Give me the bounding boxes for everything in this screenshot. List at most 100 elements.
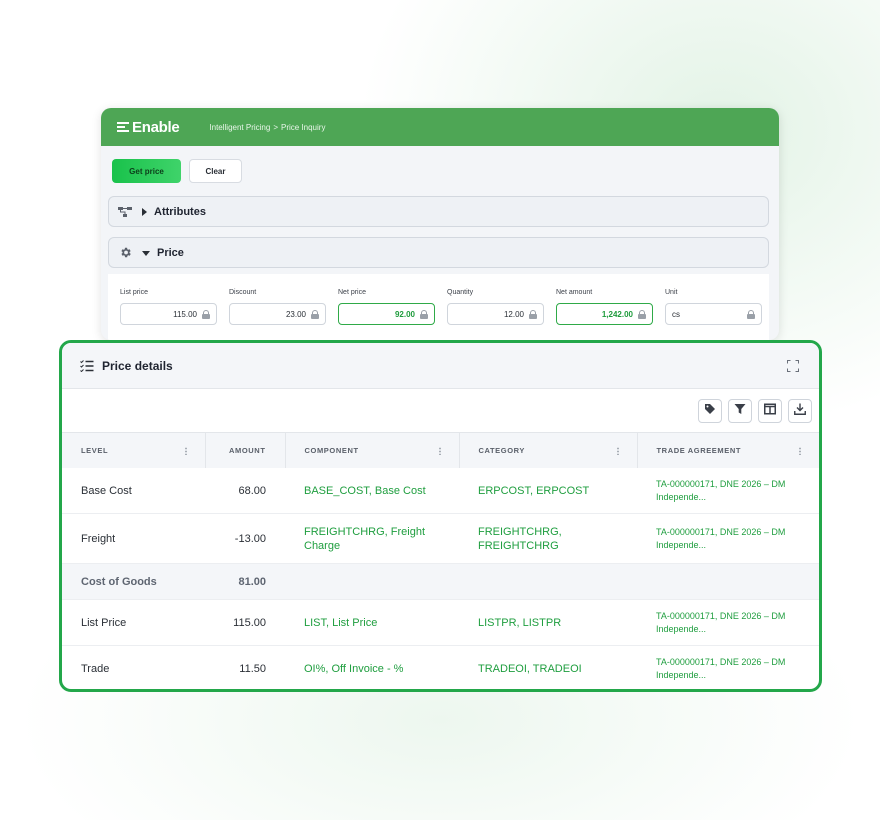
level-cell: Base Cost — [62, 468, 205, 514]
quantity-label: Quantity — [447, 289, 474, 296]
lock-icon — [638, 309, 646, 319]
net-price-input[interactable]: 92.00 — [338, 303, 435, 325]
column-label: COMPONENT — [304, 446, 359, 455]
attributes-panel-header[interactable]: Attributes — [108, 196, 769, 227]
hierarchy-icon — [118, 205, 132, 219]
collapse-caret-icon — [142, 207, 147, 216]
quantity-value: 12.00 — [503, 309, 524, 319]
net-amount-input[interactable]: 1,242.00 — [556, 303, 653, 325]
trade-agreement-link[interactable]: TA-000000171, DNE 2026 – DM Independe... — [637, 468, 819, 514]
breadcrumb-item-inquiry: Price Inquiry — [280, 122, 326, 132]
enable-logo-icon — [117, 122, 129, 132]
column-header-amount[interactable]: AMOUNT — [205, 432, 286, 468]
component-cell — [285, 563, 459, 600]
category-link[interactable]: LISTPR, LISTPR — [459, 599, 637, 646]
breadcrumb: Intelligent Pricing > Price Inquiry — [209, 123, 325, 132]
columns-button[interactable] — [758, 398, 782, 423]
quantity-field: Quantity 12.00 — [447, 289, 544, 325]
filter-button[interactable] — [728, 398, 752, 423]
level-cell: Freight — [62, 513, 205, 564]
discount-value: 23.00 — [285, 309, 306, 319]
price-panel-header[interactable]: Price — [108, 237, 769, 268]
table-header-row: LEVEL AMOUNT COMPONENT CATEGORY TRADE AG… — [62, 432, 819, 468]
fullscreen-icon[interactable] — [787, 359, 799, 372]
level-cell: Trade — [81, 662, 110, 675]
lock-icon — [311, 309, 319, 319]
breadcrumb-separator: > — [273, 122, 278, 132]
list-price-field: List price 115.00 — [120, 289, 217, 325]
discount-input[interactable]: 23.00 — [229, 303, 326, 325]
brand-name: Enable — [132, 118, 180, 136]
discount-label: Discount — [229, 289, 257, 296]
column-label: AMOUNT — [228, 446, 266, 455]
price-details-title: Price details — [102, 358, 173, 373]
tag-button[interactable] — [698, 398, 722, 423]
component-link[interactable]: BASE_COST, Base Cost — [285, 468, 459, 514]
list-price-label: List price — [120, 289, 149, 296]
amount-cell: 81.00 — [205, 563, 285, 600]
amount-cell: 68.00 — [205, 468, 285, 514]
column-header-trade-agreement[interactable]: TRADE AGREEMENT — [637, 432, 819, 468]
component-link[interactable]: OI%, Off Invoice - % — [285, 646, 459, 690]
table-row[interactable]: Trade 11.50 OI%, Off Invoice - % TRADEOI… — [62, 646, 819, 690]
list-price-value: 115.00 — [173, 309, 197, 319]
breadcrumb-item-pricing[interactable]: Intelligent Pricing — [209, 123, 270, 132]
category-link[interactable]: ERPCOST, ERPCOST — [459, 468, 637, 514]
columns-icon — [764, 402, 776, 420]
component-link[interactable]: FREIGHTCHRG, Freight Charge — [285, 513, 459, 564]
column-menu-icon[interactable] — [616, 447, 619, 455]
table-toolbar — [62, 389, 819, 432]
unit-input[interactable]: cs — [665, 303, 762, 325]
get-price-button[interactable]: Get price — [112, 159, 181, 183]
tag-icon — [704, 402, 716, 420]
top-bar: Enable Intelligent Pricing > Price Inquiry — [101, 108, 779, 146]
table-row[interactable]: Base Cost 68.00 BASE_COST, Base Cost ERP… — [62, 468, 819, 514]
unit-field: Unit cs — [665, 289, 762, 325]
download-icon — [794, 402, 806, 420]
column-header-component[interactable]: COMPONENT — [285, 432, 460, 468]
net-amount-value: 1,242.00 — [601, 309, 633, 319]
table-row[interactable]: Freight -13.00 FREIGHTCHRG, Freight Char… — [62, 513, 819, 564]
amount-cell: 11.50 — [239, 662, 266, 675]
price-details-card: Price details LEVEL AMOUNT COMPONENT CAT — [59, 340, 822, 692]
discount-field: Discount 23.00 — [229, 289, 326, 325]
table-row[interactable]: List Price 115.00 LIST, List Price LISTP… — [62, 599, 819, 646]
net-amount-field: Net amount 1,242.00 — [556, 289, 653, 325]
net-price-label: Net price — [338, 289, 367, 296]
component-link[interactable]: LIST, List Price — [285, 599, 459, 646]
category-link[interactable]: FREIGHTCHRG, FREIGHTCHRG — [459, 513, 637, 564]
net-amount-label: Net amount — [556, 289, 593, 296]
trade-agreement-link[interactable]: TA-000000171, DNE 2026 – DM Independe... — [637, 646, 819, 690]
category-link[interactable]: TRADEOI, TRADEOI — [459, 646, 637, 690]
column-menu-icon[interactable] — [438, 447, 441, 455]
column-header-category[interactable]: CATEGORY — [459, 432, 638, 468]
quantity-input[interactable]: 12.00 — [447, 303, 544, 325]
list-price-input[interactable]: 115.00 — [120, 303, 217, 325]
lock-icon — [747, 309, 755, 319]
column-label: LEVEL — [81, 446, 109, 455]
category-cell — [459, 563, 637, 600]
clear-button[interactable]: Clear — [189, 159, 242, 183]
trade-agreement-link[interactable]: TA-000000171, DNE 2026 – DM Independe... — [637, 599, 819, 646]
lock-icon — [202, 309, 210, 319]
unit-label: Unit — [665, 289, 678, 296]
column-menu-icon[interactable] — [799, 447, 801, 455]
enable-logo[interactable]: Enable — [117, 118, 180, 136]
price-details-table: LEVEL AMOUNT COMPONENT CATEGORY TRADE AG… — [62, 432, 819, 690]
net-price-field: Net price 92.00 — [338, 289, 435, 325]
subtotal-row[interactable]: Cost of Goods 81.00 — [62, 563, 819, 600]
column-menu-icon[interactable] — [184, 447, 187, 455]
amount-cell: -13.00 — [205, 513, 285, 564]
level-cell: List Price — [62, 599, 205, 646]
column-label: CATEGORY — [478, 446, 525, 455]
trade-agreement-cell — [637, 563, 819, 600]
column-header-level[interactable]: LEVEL — [62, 432, 206, 468]
action-toolbar: Get price Clear — [112, 159, 242, 183]
price-fields: List price 115.00 Discount 23.00 Net pri… — [108, 274, 769, 340]
filter-icon — [734, 402, 746, 420]
checklist-icon — [80, 359, 94, 372]
price-title: Price — [157, 246, 184, 259]
trade-agreement-link[interactable]: TA-000000171, DNE 2026 – DM Independe... — [637, 513, 819, 564]
column-label: TRADE AGREEMENT — [656, 446, 742, 455]
download-button[interactable] — [788, 398, 812, 423]
